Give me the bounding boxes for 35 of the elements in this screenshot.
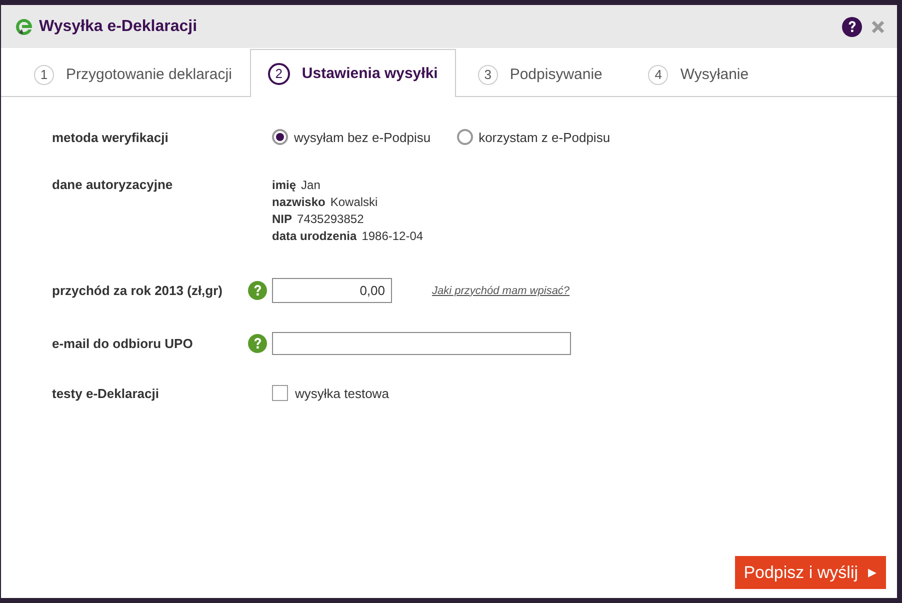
auth-label: nazwisko <box>272 195 326 209</box>
step-tab[interactable]: 4 Wysyłanie <box>630 51 767 97</box>
step-number: 1 <box>34 64 54 84</box>
window-title: Wysyłka e-Deklaracji <box>39 18 198 36</box>
field-label: metoda weryfikacji <box>52 130 170 144</box>
auth-label: data urodzenia <box>272 229 357 243</box>
auth-label: imię <box>272 178 296 192</box>
radio-option[interactable]: korzystam z e-Podpisu <box>456 129 610 145</box>
email-field[interactable] <box>272 332 571 355</box>
submit-button[interactable]: Podpisz i wyślij ▶ <box>734 556 886 589</box>
step-number: 2 <box>268 62 290 84</box>
step-number: 3 <box>478 64 498 84</box>
help-icon[interactable] <box>842 16 862 36</box>
step-tab[interactable]: 1 Przygotowanie deklaracji <box>16 51 250 97</box>
auth-value: 1986-12-04 <box>362 229 424 243</box>
field-label: e-mail do odbioru UPO <box>52 336 194 351</box>
radio-icon[interactable] <box>272 129 288 145</box>
radio-icon[interactable] <box>456 129 473 145</box>
auth-value: Kowalski <box>330 195 378 209</box>
checkbox-option[interactable]: wysyłka testowa <box>272 385 897 401</box>
checkbox[interactable] <box>272 385 288 401</box>
field-label: testy e-Deklaracji <box>52 386 160 400</box>
auth-label: NIP <box>272 212 292 226</box>
close-icon[interactable] <box>871 20 885 34</box>
step-tab[interactable]: 2 Ustawienia wysyłki <box>250 49 456 97</box>
step-tab[interactable]: 3 Podpisywanie <box>460 51 620 97</box>
help-link[interactable]: Jaki przychód mam wpisać? <box>432 284 570 296</box>
radio-option[interactable]: wysyłam bez e-Podpisu <box>272 129 431 145</box>
auth-value: 7435293852 <box>297 212 364 226</box>
income-field[interactable]: 0,00 <box>272 278 392 303</box>
field-label: dane autoryzacyjne <box>52 177 174 192</box>
logo-icon <box>15 18 33 36</box>
field-label: przychód za rok 2013 (zł,gr) <box>52 283 224 298</box>
step-number: 4 <box>648 64 668 84</box>
auth-value: Jan <box>301 178 320 192</box>
